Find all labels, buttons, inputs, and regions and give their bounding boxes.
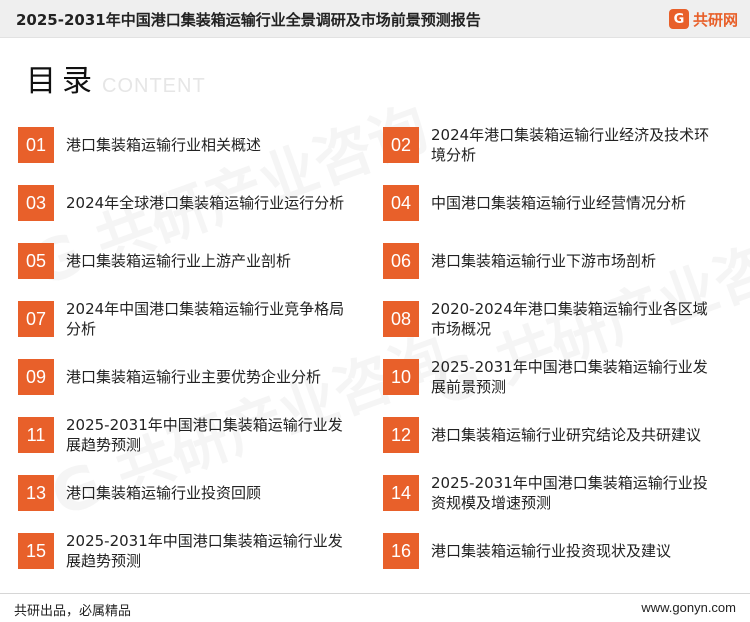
toc-heading: 目录 CONTENT xyxy=(26,64,206,100)
toc-item-label: 港口集装箱运输行业相关概述 xyxy=(66,136,262,154)
toc-item-label: 2020-2024年港口集装箱运输行业各区域市场概况 xyxy=(431,300,708,338)
toc-item-14[interactable]: 14 2025-2031年中国港口集装箱运输行业投资规模及增速预测 xyxy=(383,469,723,517)
toc-number-badge: 01 xyxy=(18,127,54,163)
footer-url-link[interactable]: www.gonyn.com xyxy=(641,600,736,615)
toc-item-label: 2025-2031年中国港口集装箱运输行业投资规模及增速预测 xyxy=(431,474,708,512)
toc-number-badge: 12 xyxy=(383,417,419,453)
toc-item-05[interactable]: 05 港口集装箱运输行业上游产业剖析 xyxy=(18,237,358,285)
toc-item-01[interactable]: 01 港口集装箱运输行业相关概述 xyxy=(18,121,358,169)
toc-item-10[interactable]: 10 2025-2031年中国港口集装箱运输行业发展前景预测 xyxy=(383,353,723,401)
toc-item-11[interactable]: 11 2025-2031年中国港口集装箱运输行业发展趋势预测 xyxy=(18,411,358,459)
toc-item-label: 2024年中国港口集装箱运输行业竞争格局分析 xyxy=(66,300,345,338)
toc-item-label: 2025-2031年中国港口集装箱运输行业发展趋势预测 xyxy=(66,416,343,454)
toc-item-label: 港口集装箱运输行业研究结论及共研建议 xyxy=(431,426,702,444)
toc-item-08[interactable]: 08 2020-2024年港口集装箱运输行业各区域市场概况 xyxy=(383,295,723,343)
top-bar: 2025-2031年中国港口集装箱运输行业全景调研及市场前景预测报告 G 共研网 xyxy=(0,0,750,38)
toc-item-label: 港口集装箱运输行业上游产业剖析 xyxy=(66,252,292,270)
toc-number-badge: 13 xyxy=(18,475,54,511)
toc-item-label: 港口集装箱运输行业下游市场剖析 xyxy=(431,252,657,270)
toc-subtitle: CONTENT xyxy=(102,75,206,97)
toc-item-15[interactable]: 15 2025-2031年中国港口集装箱运输行业发展趋势预测 xyxy=(18,527,358,575)
toc-number-badge: 02 xyxy=(383,127,419,163)
toc-item-label: 港口集装箱运输行业投资现状及建议 xyxy=(431,542,672,560)
toc-item-label: 中国港口集装箱运输行业经营情况分析 xyxy=(431,194,687,212)
toc-item-07[interactable]: 07 2024年中国港口集装箱运输行业竞争格局分析 xyxy=(18,295,358,343)
toc-item-06[interactable]: 06 港口集装箱运输行业下游市场剖析 xyxy=(383,237,723,285)
logo-text: 共研网 xyxy=(692,10,738,29)
footer-divider xyxy=(0,593,750,594)
toc-item-label: 港口集装箱运输行业主要优势企业分析 xyxy=(66,368,322,386)
toc-item-09[interactable]: 09 港口集装箱运输行业主要优势企业分析 xyxy=(18,353,358,401)
toc-number-badge: 08 xyxy=(383,301,419,337)
toc-number-badge: 06 xyxy=(383,243,419,279)
toc-list: 01 港口集装箱运输行业相关概述 02 2024年港口集装箱运输行业经济及技术环… xyxy=(18,121,730,581)
toc-number-badge: 04 xyxy=(383,185,419,221)
toc-number-badge: 14 xyxy=(383,475,419,511)
toc-item-label: 2025-2031年中国港口集装箱运输行业发展趋势预测 xyxy=(66,532,343,570)
toc-item-03[interactable]: 03 2024年全球港口集装箱运输行业运行分析 xyxy=(18,179,358,227)
toc-title: 目录 xyxy=(26,64,98,99)
toc-number-badge: 16 xyxy=(383,533,419,569)
toc-number-badge: 07 xyxy=(18,301,54,337)
toc-number-badge: 10 xyxy=(383,359,419,395)
toc-item-13[interactable]: 13 港口集装箱运输行业投资回顾 xyxy=(18,469,358,517)
toc-item-16[interactable]: 16 港口集装箱运输行业投资现状及建议 xyxy=(383,527,723,575)
toc-item-02[interactable]: 02 2024年港口集装箱运输行业经济及技术环境分析 xyxy=(383,121,723,169)
toc-item-label: 2024年港口集装箱运输行业经济及技术环境分析 xyxy=(431,126,710,164)
toc-number-badge: 15 xyxy=(18,533,54,569)
toc-item-label: 2025-2031年中国港口集装箱运输行业发展前景预测 xyxy=(431,358,708,396)
toc-item-12[interactable]: 12 港口集装箱运输行业研究结论及共研建议 xyxy=(383,411,723,459)
footer-slogan: 共研出品，必属精品 xyxy=(14,604,132,619)
toc-item-04[interactable]: 04 中国港口集装箱运输行业经营情况分析 xyxy=(383,179,723,227)
toc-number-badge: 11 xyxy=(18,417,54,453)
toc-number-badge: 03 xyxy=(18,185,54,221)
logo-icon: G xyxy=(668,9,689,29)
toc-number-badge: 09 xyxy=(18,359,54,395)
brand-logo[interactable]: G 共研网 xyxy=(668,7,738,31)
toc-item-label: 2024年全球港口集装箱运输行业运行分析 xyxy=(66,194,345,212)
toc-number-badge: 05 xyxy=(18,243,54,279)
toc-item-label: 港口集装箱运输行业投资回顾 xyxy=(66,484,262,502)
report-title: 2025-2031年中国港口集装箱运输行业全景调研及市场前景预测报告 xyxy=(16,11,481,29)
